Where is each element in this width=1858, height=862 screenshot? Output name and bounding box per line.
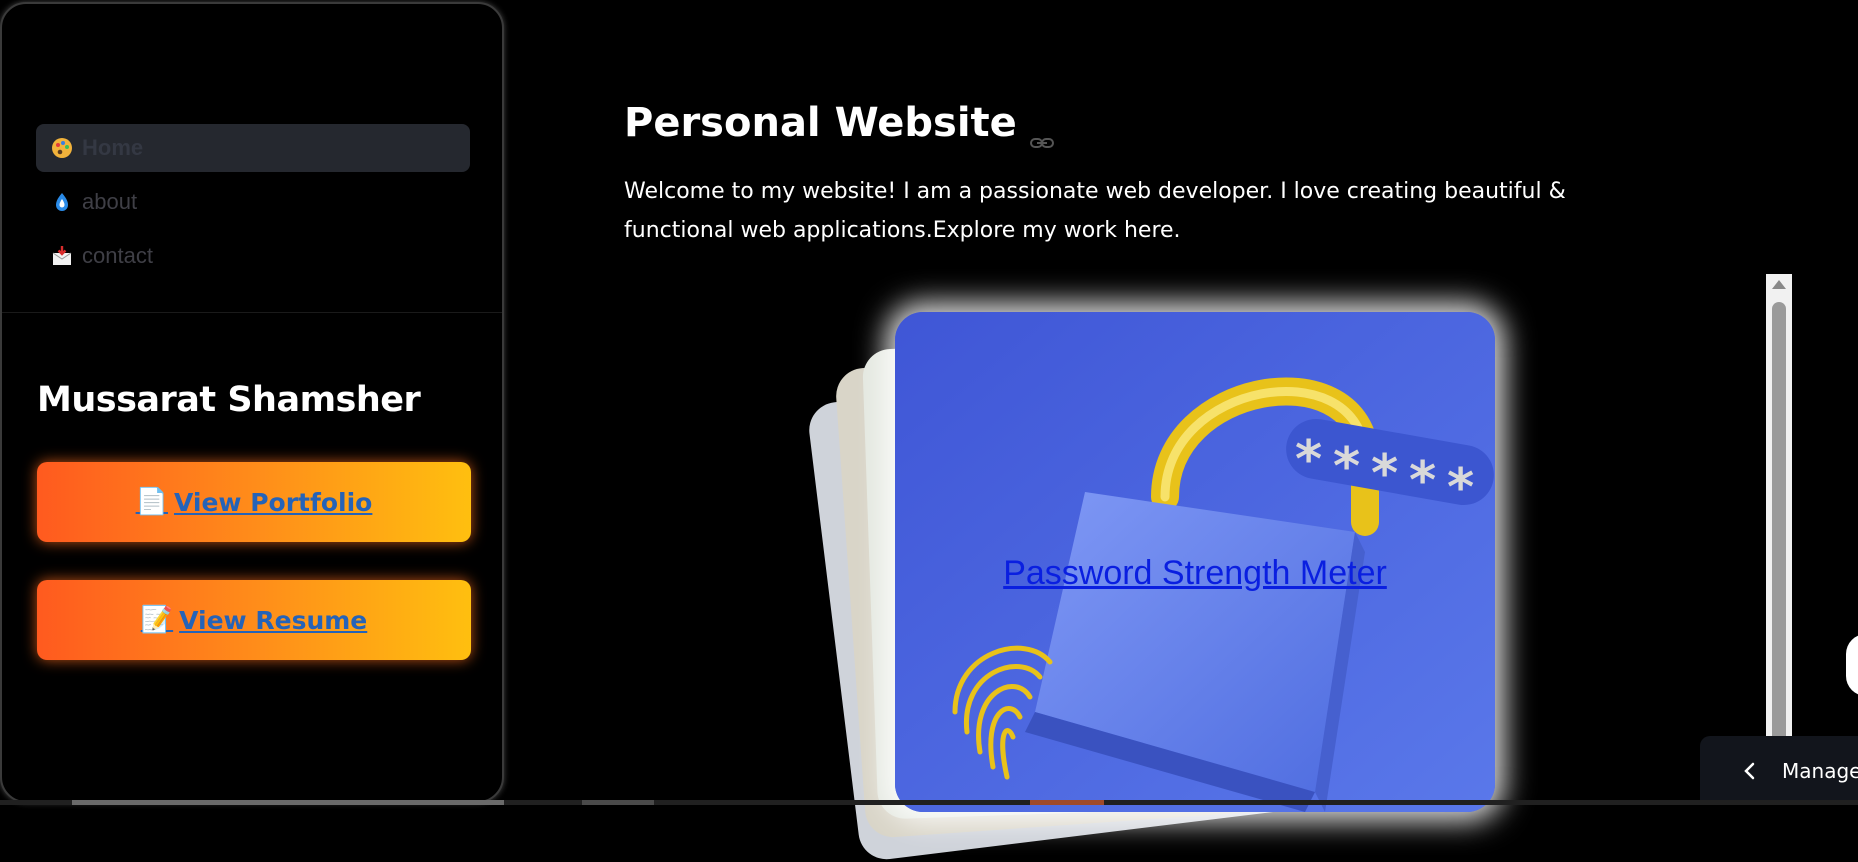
view-portfolio-label: View Portfolio (173, 487, 373, 517)
sidebar: Home about contact Mussarat Shamsher 📄 V… (0, 2, 504, 803)
svg-text:*: * (1409, 451, 1436, 511)
scroll-thumb[interactable] (1772, 302, 1786, 805)
nav-item-about[interactable]: about (36, 178, 470, 226)
view-portfolio-button[interactable]: 📄 View Portfolio (37, 462, 471, 542)
palette-icon (50, 136, 74, 160)
bottom-strip-segment (72, 800, 504, 805)
scroll-up-arrow-icon[interactable] (1772, 280, 1786, 289)
sidebar-divider (2, 312, 502, 313)
view-resume-label: View Resume (179, 605, 368, 635)
svg-text:*: * (1295, 430, 1322, 490)
manage-label: Manage a (1782, 758, 1858, 783)
nav-label-about: about (82, 189, 138, 214)
nav-label-contact: contact (82, 243, 153, 268)
project-link[interactable]: Password Strength Meter (895, 554, 1495, 593)
carousel-card-active[interactable]: * * * * * Password Strength Meter (895, 312, 1495, 812)
drop-icon (50, 190, 74, 214)
svg-text:*: * (1333, 437, 1360, 497)
memo-icon: 📝 (140, 605, 174, 635)
bottom-strip-segment (1030, 800, 1104, 805)
view-resume-button[interactable]: 📝 View Resume (37, 580, 471, 660)
intro-text: Welcome to my website! I am a passionate… (624, 179, 1566, 243)
project-carousel[interactable]: * * * * * Password Strength Meter (790, 300, 1530, 862)
sidebar-nav: Home about contact (36, 124, 470, 286)
carousel-scrollbar[interactable] (1766, 274, 1792, 805)
profile-name: Mussarat Shamsher (37, 380, 421, 420)
page-title: Personal Website (624, 100, 1055, 148)
page-facing-up-icon: 📄 (135, 487, 168, 517)
svg-text:*: * (1447, 458, 1474, 518)
page-title-text: Personal Website (624, 100, 1017, 146)
nav-label-home: Home (82, 135, 144, 160)
bottom-strip-segment (582, 800, 654, 805)
link-icon[interactable] (1029, 115, 1055, 148)
chevron-left-icon[interactable] (1740, 761, 1760, 781)
nav-item-home[interactable]: Home (36, 124, 470, 172)
nav-item-contact[interactable]: contact (36, 232, 470, 280)
floating-bubble[interactable] (1846, 634, 1858, 696)
inbox-tray-icon (50, 244, 74, 268)
svg-text:*: * (1371, 444, 1398, 504)
manage-app-panel[interactable]: Manage a (1700, 736, 1858, 805)
